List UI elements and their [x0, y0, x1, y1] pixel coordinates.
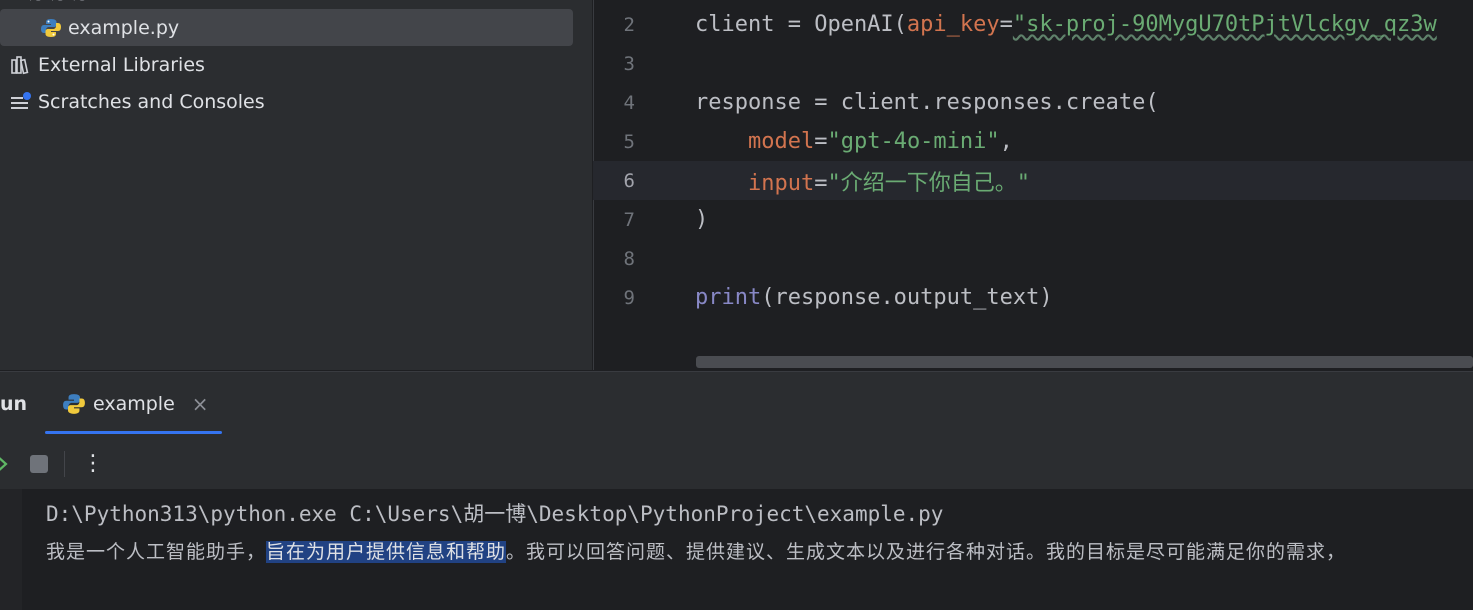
line-number: 3: [623, 52, 635, 75]
close-icon[interactable]: ×: [192, 392, 209, 416]
code-token: "gpt-4o-mini": [827, 129, 1000, 154]
line-number: 7: [623, 208, 635, 231]
run-tool-window: un example × ⋮ D:\Python313\python.exe C…: [0, 371, 1473, 610]
line-number: 9: [623, 286, 635, 309]
active-tab-indicator: [45, 431, 222, 434]
code-editor[interactable]: 2 client = OpenAI(api_key="sk-proj-90MygU…: [593, 0, 1473, 370]
selected-text: 旨在为用户提供信息和帮助: [266, 541, 507, 563]
code-line[interactable]: 4 response = client.responses.create(: [593, 83, 1473, 122]
tree-item-external-libraries[interactable]: External Libraries: [0, 46, 205, 83]
code-text: response = client.responses.create(: [695, 90, 1159, 115]
more-options-icon[interactable]: ⋮: [82, 449, 104, 477]
code-token: =: [999, 12, 1013, 37]
line-number: 8: [623, 247, 635, 270]
console-command-line: D:\Python313\python.exe C:\Users\胡一博\Des…: [46, 502, 944, 526]
code-line[interactable]: 5 model="gpt-4o-mini",: [593, 122, 1473, 161]
code-token: client = OpenAI(: [695, 12, 907, 37]
code-line[interactable]: 9 print(response.output_text): [593, 278, 1473, 317]
line-number: 5: [623, 130, 635, 153]
python-file-icon: [40, 17, 62, 39]
line-number: 4: [623, 91, 635, 114]
stop-icon[interactable]: [28, 453, 50, 475]
panel-divider: [0, 371, 1473, 372]
code-text: print(response.output_text): [695, 285, 1053, 310]
tree-item-scratches[interactable]: Scratches and Consoles: [0, 83, 265, 120]
console-gutter: [0, 489, 22, 610]
code-token: response = client.responses.create(: [695, 90, 1159, 115]
library-icon: [10, 54, 32, 76]
run-window-title: un: [0, 393, 28, 415]
code-line[interactable]: 8: [593, 239, 1473, 278]
tab-label: example: [93, 393, 175, 415]
scratches-icon: [10, 91, 32, 113]
code-token: =: [814, 129, 828, 154]
code-token: ,: [999, 129, 1013, 154]
toolbar-separator: [64, 451, 65, 477]
horizontal-scrollbar[interactable]: [696, 356, 1473, 368]
code-text: input="介绍一下你自己。": [695, 165, 1030, 197]
code-text: client = OpenAI(api_key="sk-proj-90MygU7…: [695, 12, 1437, 37]
code-text: ): [695, 207, 708, 232]
clipped-tree-row: ~ ~ ~: [28, 0, 548, 10]
code-line[interactable]: 3: [593, 44, 1473, 83]
tree-item-label: Scratches and Consoles: [38, 90, 265, 113]
tab-example[interactable]: example ×: [62, 385, 209, 423]
code-line[interactable]: 6 input="介绍一下你自己。": [593, 161, 1473, 200]
console-output-line: 我是一个人工智能助手，旨在为用户提供信息和帮助。我可以回答问题、提供建议、生成文…: [46, 537, 1346, 564]
python-run-icon: [62, 392, 86, 416]
code-token: ): [695, 207, 709, 232]
code-line[interactable]: 2 client = OpenAI(api_key="sk-proj-90MygU…: [593, 5, 1473, 44]
tree-item-example-py[interactable]: example.py: [0, 9, 573, 46]
code-token: input: [747, 170, 815, 196]
tree-item-label: External Libraries: [38, 53, 205, 76]
code-token: model: [747, 129, 815, 154]
code-token: api_key: [906, 12, 1000, 37]
code-token: (response.output_text): [761, 285, 1053, 310]
code-token: "介绍一下你自己。": [827, 170, 1030, 196]
line-number: 2: [623, 13, 635, 36]
code-token: =: [814, 170, 828, 196]
tree-item-label: example.py: [68, 16, 180, 39]
output-text-rest: 。我可以回答问题、提供建议、生成文本以及进行各种对话。我的目标是尽可能满足你的需…: [506, 541, 1347, 563]
project-tree-panel: ~ ~ ~ example.py External Libraries Scra…: [0, 0, 592, 370]
code-token: print: [695, 285, 762, 310]
line-number: 6: [623, 169, 635, 192]
code-line[interactable]: 7): [593, 200, 1473, 239]
code-token: "sk-proj-90MygU70tPjtVlckgv_qz3w: [1012, 12, 1437, 37]
output-text: 我是一个人工智能助手，: [46, 541, 267, 563]
code-text: model="gpt-4o-mini",: [695, 129, 1013, 154]
console-output[interactable]: D:\Python313\python.exe C:\Users\胡一博\Des…: [0, 489, 1473, 610]
rerun-icon[interactable]: [0, 451, 14, 477]
